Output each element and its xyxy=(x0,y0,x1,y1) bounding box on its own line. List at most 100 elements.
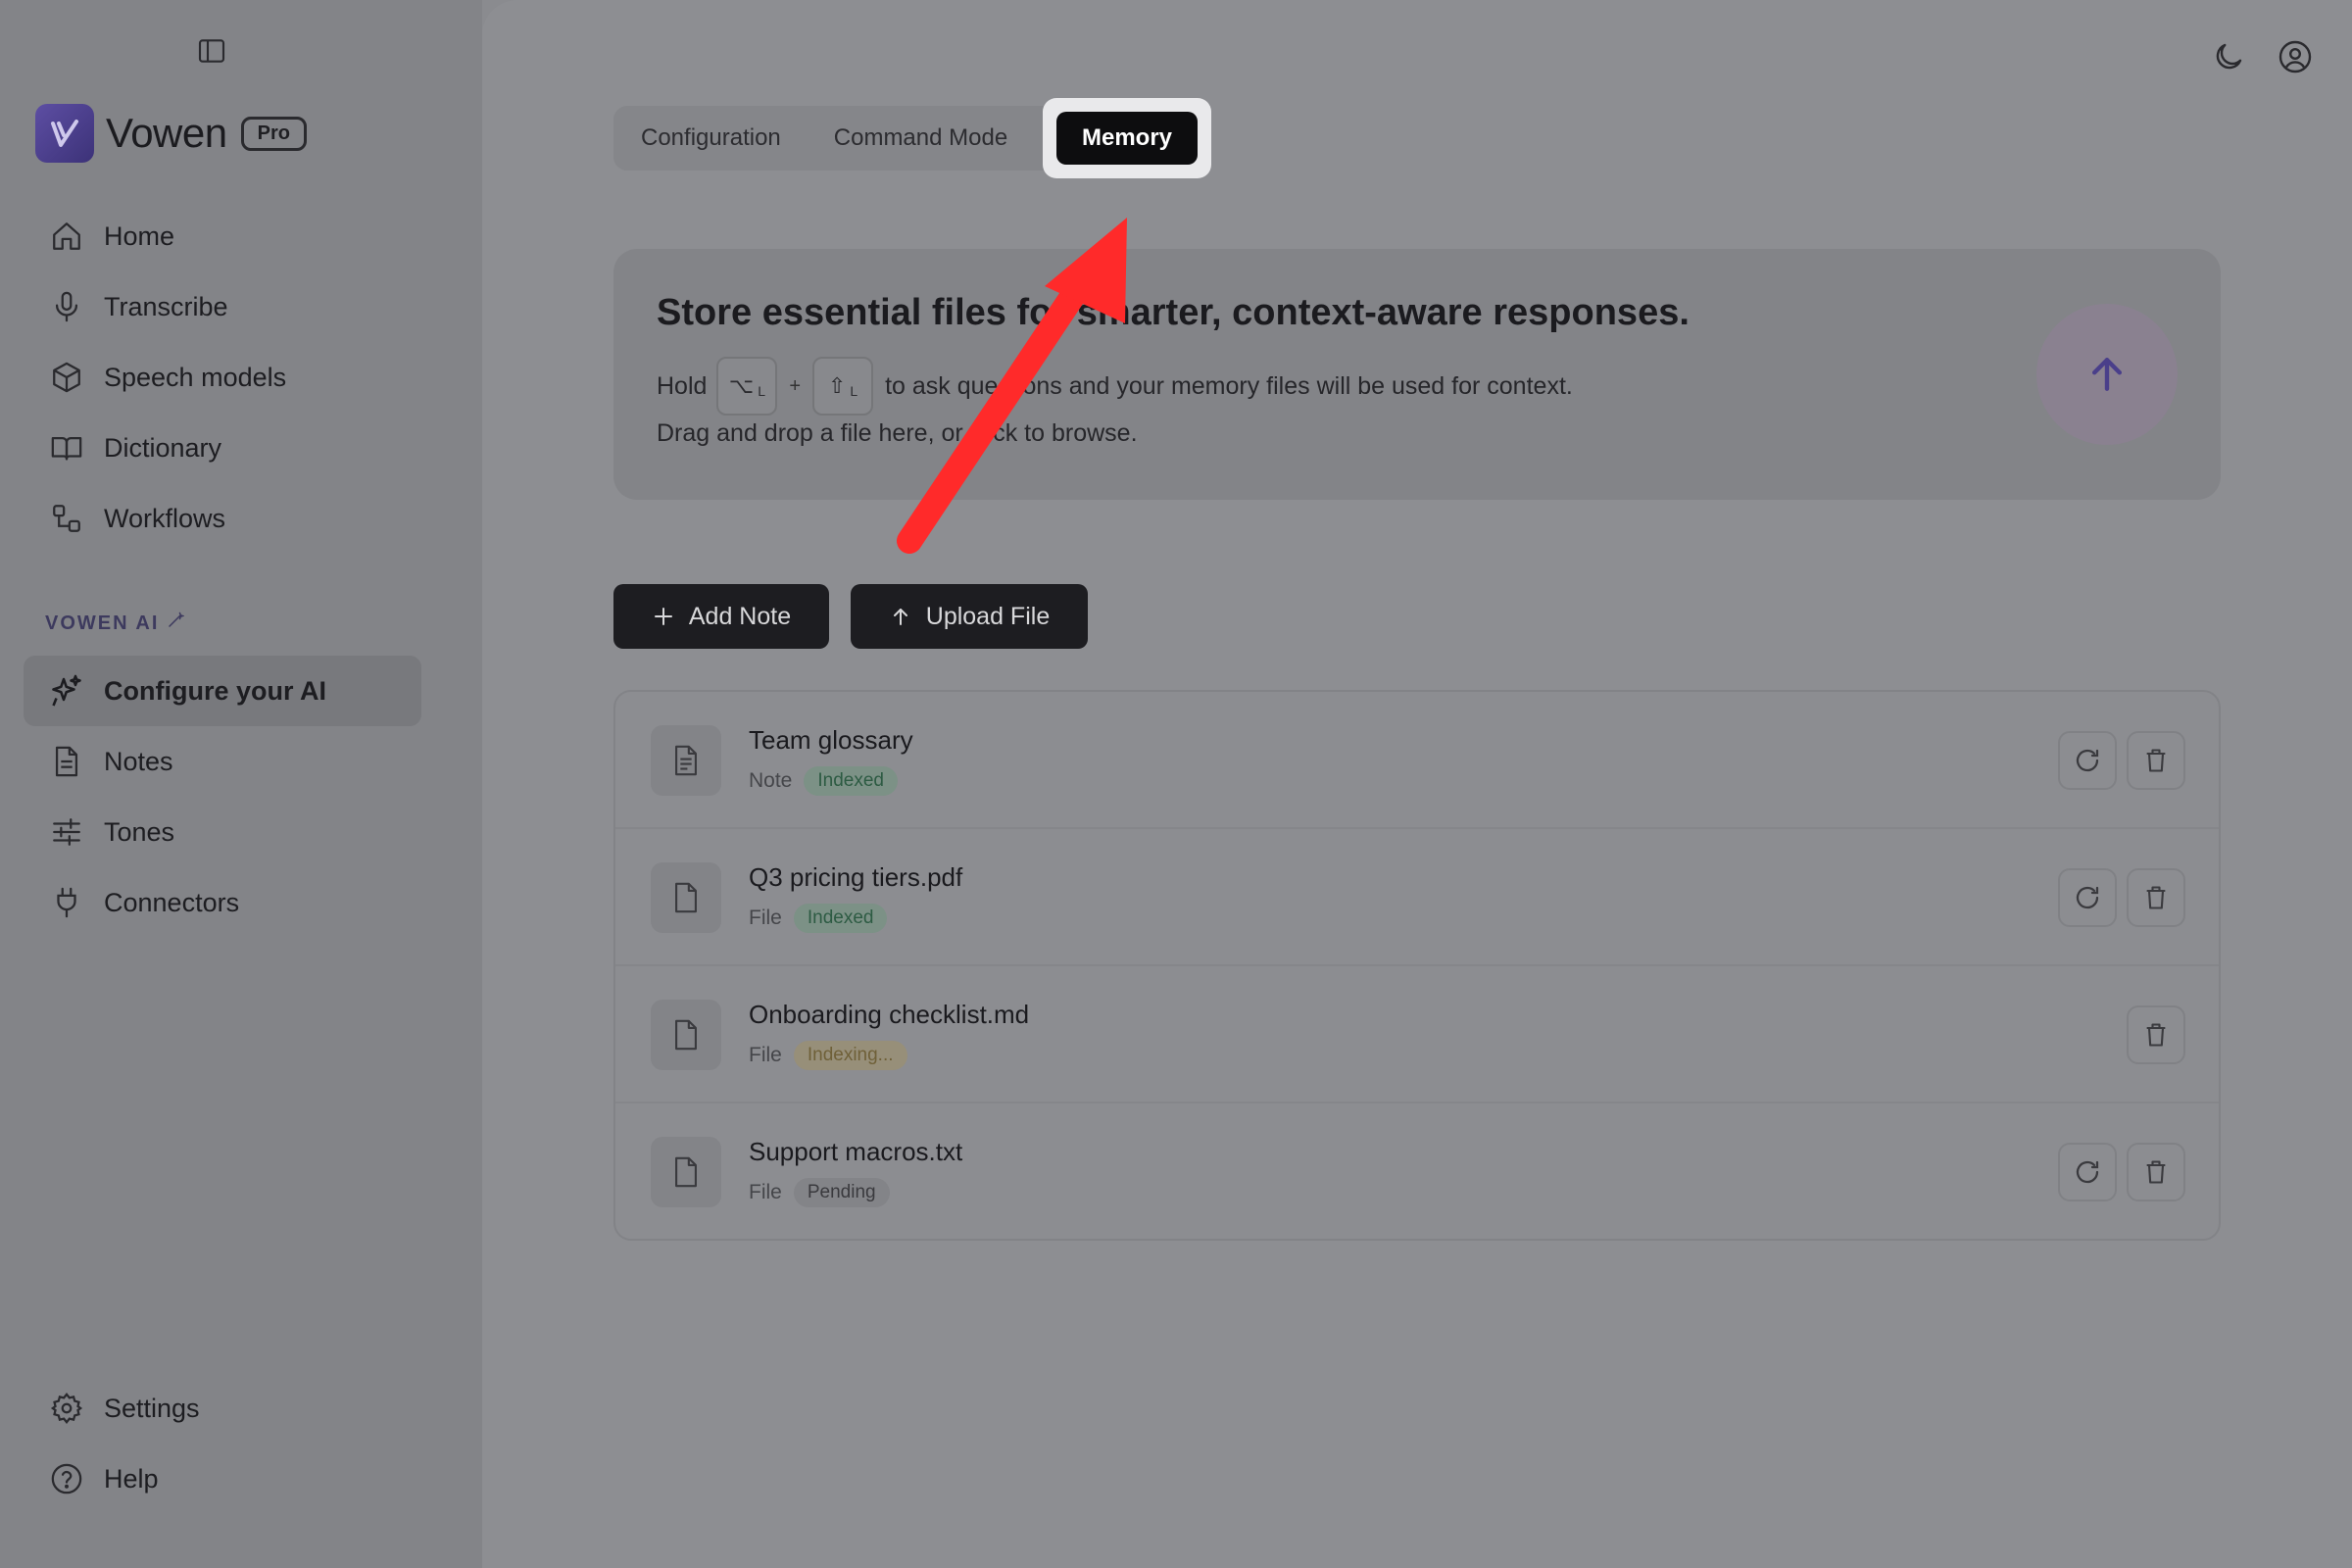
file-icon xyxy=(651,1000,721,1070)
file-type: File xyxy=(749,1181,782,1203)
memory-file-list: Team glossary Note Indexed Q3 pricing ti… xyxy=(613,690,2221,1241)
sliders-icon xyxy=(49,814,84,850)
tab-memory[interactable]: Memory xyxy=(1056,112,1198,165)
sidebar-item-label: Workflows xyxy=(104,503,226,533)
file-type: Note xyxy=(749,769,793,792)
help-icon xyxy=(49,1461,84,1496)
refresh-icon xyxy=(2076,749,2099,772)
trash-icon xyxy=(2146,1023,2166,1047)
user-account-icon[interactable] xyxy=(2278,39,2313,74)
sidebar-item-label: Settings xyxy=(104,1393,200,1423)
plug-icon xyxy=(49,885,84,920)
option-key-side: L xyxy=(758,383,765,399)
upload-file-button[interactable]: Upload File xyxy=(851,584,1088,649)
workflow-icon xyxy=(49,501,84,536)
plus-text: + xyxy=(789,374,802,397)
app-logo: Vowen Pro xyxy=(35,104,307,163)
file-type: File xyxy=(749,906,782,929)
option-key: ⌥ L xyxy=(716,357,778,416)
list-item[interactable]: Support macros.txt File Pending xyxy=(615,1103,2219,1241)
home-icon xyxy=(49,219,84,254)
plan-badge: Pro xyxy=(240,116,307,151)
upload-icon xyxy=(893,609,907,625)
sidebar-item-notes[interactable]: Notes xyxy=(24,726,421,797)
sidebar-item-configure-ai[interactable]: Configure your AI xyxy=(24,656,421,726)
sidebar-item-label: Connectors xyxy=(104,887,240,917)
book-icon xyxy=(49,430,84,466)
delete-button[interactable] xyxy=(2127,731,2185,790)
delete-button[interactable] xyxy=(2127,1005,2185,1064)
sidebar-item-label: Home xyxy=(104,220,175,251)
file-meta: File Indexing... xyxy=(749,1041,907,1070)
shift-key-symbol: ⇧ xyxy=(827,373,847,398)
tab-command-mode[interactable]: Command Mode xyxy=(808,124,1035,152)
sidebar-item-workflows[interactable]: Workflows xyxy=(24,483,421,554)
delete-button[interactable] xyxy=(2127,868,2185,927)
tab-memory-highlight: Memory xyxy=(1043,98,1211,178)
status-badge: Indexed xyxy=(793,904,888,933)
file-meta: File Pending xyxy=(749,1178,890,1207)
dropzone-title: Store essential files for smarter, conte… xyxy=(657,292,1690,333)
sidebar-item-settings[interactable]: Settings xyxy=(24,1373,421,1444)
file-dropzone[interactable]: Store essential files for smarter, conte… xyxy=(613,249,2221,500)
dropzone-shortcut-hint: Hold ⌥ L + ⇧ L to ask questions and your m… xyxy=(657,357,1573,416)
upload-file-label: Upload File xyxy=(925,602,1051,630)
shift-key: ⇧ L xyxy=(812,357,874,416)
top-bar-icons xyxy=(2211,39,2313,74)
cube-icon xyxy=(49,360,84,395)
refresh-button[interactable] xyxy=(2058,731,2117,790)
trash-icon xyxy=(2146,749,2166,772)
file-name: Onboarding checklist.md xyxy=(749,1000,1030,1029)
list-item[interactable]: Onboarding checklist.md File Indexing... xyxy=(615,966,2219,1103)
file-meta: File Indexed xyxy=(749,904,888,933)
trash-icon xyxy=(2146,886,2166,909)
tab-configuration[interactable]: Configuration xyxy=(613,124,808,152)
vowen-logo-icon xyxy=(35,104,94,163)
hint-rest-text: to ask questions and your memory files w… xyxy=(885,371,1573,400)
delete-button[interactable] xyxy=(2127,1143,2185,1201)
plus-icon xyxy=(654,608,672,625)
refresh-button[interactable] xyxy=(2058,1143,2117,1201)
hold-text: Hold xyxy=(657,371,708,400)
sidebar: Vowen Pro Home Transcribe Speech models xyxy=(0,0,482,1568)
add-note-button[interactable]: Add Note xyxy=(613,584,829,649)
sidebar-item-label: Help xyxy=(104,1463,159,1494)
sidebar-item-speech-models[interactable]: Speech models xyxy=(24,342,421,413)
sidebar-item-home[interactable]: Home xyxy=(24,201,421,271)
sidebar-item-transcribe[interactable]: Transcribe xyxy=(24,271,421,342)
status-badge: Indexed xyxy=(804,766,898,796)
refresh-button[interactable] xyxy=(2058,868,2117,927)
sidebar-item-label: Notes xyxy=(104,746,173,776)
sidebar-item-help[interactable]: Help xyxy=(24,1444,421,1514)
sparkles-icon xyxy=(49,673,84,709)
sidebar-item-label: Tones xyxy=(104,816,175,847)
trash-icon xyxy=(2146,1160,2166,1184)
file-icon xyxy=(651,1137,721,1207)
sidebar-item-connectors[interactable]: Connectors xyxy=(24,867,421,938)
sidebar-toggle-icon[interactable] xyxy=(196,35,227,67)
status-badge: Pending xyxy=(793,1178,890,1207)
gear-icon xyxy=(49,1391,84,1426)
note-icon xyxy=(651,725,721,796)
upload-arrow-icon[interactable] xyxy=(2036,304,2178,445)
status-badge: Indexing... xyxy=(793,1041,907,1070)
sidebar-item-label: Transcribe xyxy=(104,291,228,321)
wand-icon xyxy=(167,612,186,635)
file-icon xyxy=(651,862,721,933)
shift-key-side: L xyxy=(850,383,858,399)
sidebar-item-label: Dictionary xyxy=(104,432,222,463)
section-label-vowen-ai: VOWEN AI xyxy=(45,612,186,635)
file-name: Team glossary xyxy=(749,725,913,755)
sidebar-item-tones[interactable]: Tones xyxy=(24,797,421,867)
sidebar-item-dictionary[interactable]: Dictionary xyxy=(24,413,421,483)
list-item[interactable]: Q3 pricing tiers.pdf File Indexed xyxy=(615,829,2219,966)
list-item[interactable]: Team glossary Note Indexed xyxy=(615,692,2219,829)
document-icon xyxy=(49,744,84,779)
bottom-nav: Settings Help xyxy=(24,1373,421,1514)
app-name: Vowen xyxy=(106,110,227,156)
file-type: File xyxy=(749,1044,782,1066)
ai-nav: Configure your AI Notes Tones Connectors xyxy=(24,656,421,938)
add-note-label: Add Note xyxy=(688,602,792,630)
dropzone-browse-hint: Drag and drop a file here, or click to b… xyxy=(657,419,1138,447)
moon-icon[interactable] xyxy=(2211,39,2246,74)
